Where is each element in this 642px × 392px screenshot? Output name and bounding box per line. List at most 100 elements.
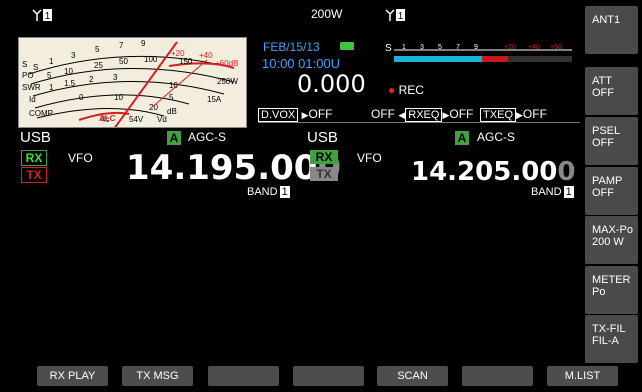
psel-button[interactable]: PSEL OFF xyxy=(585,117,638,165)
svg-text:25: 25 xyxy=(94,61,103,70)
svg-text:7: 7 xyxy=(119,41,124,50)
right-agc[interactable]: AGC-S xyxy=(477,130,515,144)
svg-text:+20: +20 xyxy=(504,44,516,51)
left-band-label: BAND xyxy=(247,186,278,198)
svg-text:250W: 250W xyxy=(217,77,238,86)
f6-button[interactable] xyxy=(462,366,533,386)
f3-button[interactable] xyxy=(208,366,279,386)
svg-text:0: 0 xyxy=(79,93,84,102)
svg-text:dB: dB xyxy=(167,107,177,116)
svg-text:1: 1 xyxy=(398,11,404,22)
antenna-icon: 1 xyxy=(32,8,54,22)
right-agc-letter: A xyxy=(455,131,469,145)
rec-dot-icon: ● xyxy=(388,83,396,97)
txeq-label[interactable]: TXEQ xyxy=(480,108,516,122)
right-mode[interactable]: USB xyxy=(307,129,338,146)
meter-scale-comp: COMP xyxy=(29,109,53,118)
arrow-right-icon: ▶ xyxy=(516,110,523,120)
pamp-button[interactable]: PAMP OFF xyxy=(585,167,638,215)
txeq-state: OFF xyxy=(522,107,547,121)
left-freq-main: 14.195.00 xyxy=(126,148,318,188)
svg-text:+40: +40 xyxy=(528,44,540,51)
rec-indicator: ● REC xyxy=(388,83,424,97)
svg-text:3: 3 xyxy=(71,51,76,60)
svg-text:+60: +60 xyxy=(550,44,562,51)
svg-text:54V: 54V xyxy=(129,115,144,124)
arrow-right-icon: ▶ xyxy=(301,110,309,120)
svg-text:15A: 15A xyxy=(207,95,222,104)
left-rx-indicator: RX xyxy=(21,150,47,166)
max-po-button-label: MAX-Po 200 W xyxy=(592,224,633,248)
svg-text:150: 150 xyxy=(179,57,193,66)
s-meter-label: S xyxy=(385,43,392,54)
m-list-label: M.LIST xyxy=(564,370,601,382)
status-divider xyxy=(258,122,580,123)
meter-button[interactable]: METER Po xyxy=(585,266,638,314)
time: 10:00 01:00U xyxy=(262,56,341,71)
f4-button[interactable] xyxy=(293,366,364,386)
max-po-button[interactable]: MAX-Po 200 W xyxy=(585,216,638,264)
scan-button[interactable]: SCAN xyxy=(377,366,448,386)
rxeq-state: OFF xyxy=(449,107,474,121)
left-band: BAND 1 xyxy=(247,186,290,198)
power-value: 200W xyxy=(311,7,343,21)
meter-scale-swr: SWR xyxy=(22,83,41,92)
offset-frequency: 0.000 xyxy=(297,70,366,98)
right-frequency[interactable]: 14.205.000 xyxy=(411,158,575,186)
svg-text:5: 5 xyxy=(95,45,100,54)
rxeq-label[interactable]: RXEQ xyxy=(405,108,443,122)
antenna-icon-right: 1 xyxy=(385,8,407,22)
eq-status-row: OFF ◀ RXEQ ▶OFF TXEQ ▶OFF xyxy=(371,107,547,122)
right-freq-last: 0 xyxy=(557,157,576,187)
tx-msg-button[interactable]: TX MSG xyxy=(122,366,193,386)
svg-text:5: 5 xyxy=(438,44,442,51)
right-band: BAND 1 xyxy=(531,186,574,198)
svg-text:5: 5 xyxy=(169,93,174,102)
svg-text:3: 3 xyxy=(420,44,424,51)
left-frequency[interactable]: 14.195.000 xyxy=(126,150,341,186)
meter-scale-po: PO xyxy=(22,71,34,80)
att-button[interactable]: ATT OFF xyxy=(585,67,638,115)
right-tx-indicator: TX xyxy=(310,167,338,181)
ant1-button[interactable]: ANT1 xyxy=(585,6,638,54)
tx-fil-button[interactable]: TX-FIL FIL-A xyxy=(585,315,638,363)
svg-text:10: 10 xyxy=(114,93,123,102)
svg-text:+20: +20 xyxy=(171,49,185,58)
right-vfo-label: VFO xyxy=(357,151,382,165)
svg-text:7: 7 xyxy=(456,44,460,51)
rx-play-label: RX PLAY xyxy=(49,370,96,382)
m-list-button[interactable]: M.LIST xyxy=(547,366,618,386)
scan-label: SCAN xyxy=(397,370,428,382)
dvox-label: D.VOX xyxy=(258,108,299,122)
svg-text:9: 9 xyxy=(141,39,146,48)
analog-meter: S13579 5 10 25 50 100 150 250W 1 1.5 2 3 15A 10 0 10… xyxy=(18,37,247,134)
right-freq-main: 14.205.00 xyxy=(411,157,558,187)
left-agc[interactable]: AGC-S xyxy=(188,130,226,144)
svg-text:3: 3 xyxy=(113,73,118,82)
svg-text:+40: +40 xyxy=(199,51,213,60)
svg-text:9: 9 xyxy=(474,44,478,51)
left-tx-indicator: TX xyxy=(21,167,47,183)
svg-text:2: 2 xyxy=(89,75,94,84)
left-vfo-label: VFO xyxy=(68,151,93,165)
meter-button-label: METER Po xyxy=(592,274,631,298)
right-band-label: BAND xyxy=(531,186,562,198)
svg-text:1.5: 1.5 xyxy=(64,79,76,88)
svg-text:100: 100 xyxy=(144,55,158,64)
meter-scale-s: S xyxy=(22,60,28,69)
svg-text:1: 1 xyxy=(49,83,54,92)
tx-fil-button-label: TX-FIL FIL-A xyxy=(592,323,626,347)
off-label: OFF xyxy=(371,107,395,121)
pamp-button-label: PAMP OFF xyxy=(592,175,623,199)
left-agc-letter: A xyxy=(167,131,181,145)
left-mode[interactable]: USB xyxy=(20,129,51,146)
rec-label: REC xyxy=(398,83,424,97)
battery-icon xyxy=(340,42,354,50)
meter-scale-id: Id xyxy=(29,95,36,104)
rx-play-button[interactable]: RX PLAY xyxy=(37,366,108,386)
meter-scale-alc: ALC xyxy=(99,114,116,123)
ant1-button-label: ANT1 xyxy=(592,14,621,26)
dvox-status[interactable]: D.VOX ▶OFF xyxy=(258,107,333,122)
svg-text:+60dB: +60dB xyxy=(215,59,238,68)
att-button-label: ATT OFF xyxy=(592,75,614,99)
